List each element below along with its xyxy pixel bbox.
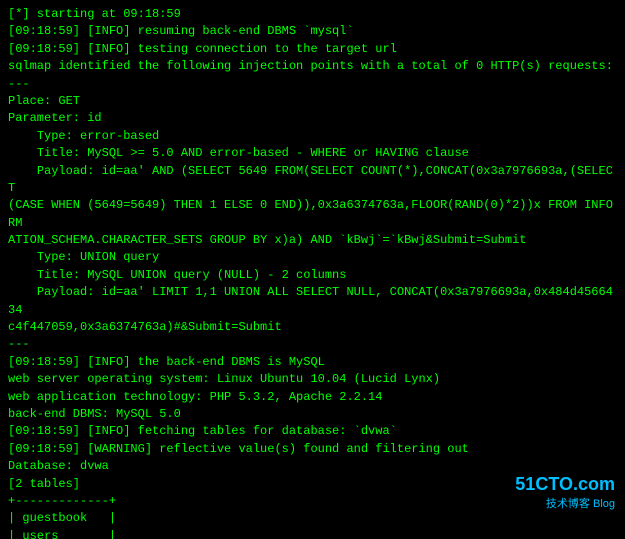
terminal-line: Type: error-based [8,128,617,145]
watermark: 51CTO.com 技术博客 Blog [515,474,615,511]
terminal-line: Title: MySQL UNION query (NULL) - 2 colu… [8,267,617,284]
terminal-line: [09:18:59] [WARNING] reflective value(s)… [8,441,617,458]
terminal-line: Type: UNION query [8,249,617,266]
terminal-line: Database: dvwa [8,458,617,475]
terminal-line: [09:18:59] [INFO] testing connection to … [8,41,617,58]
terminal-line: [09:18:59] [INFO] resuming back-end DBMS… [8,23,617,40]
terminal-line: (CASE WHEN (5649=5649) THEN 1 ELSE 0 END… [8,197,617,232]
terminal-line: Payload: id=aa' AND (SELECT 5649 FROM(SE… [8,163,617,198]
terminal-line: [09:18:59] [INFO] the back-end DBMS is M… [8,354,617,371]
terminal-line: [*] starting at 09:18:59 [8,6,617,23]
terminal-line: | users | [8,528,617,539]
watermark-subtitle: 技术博客 Blog [546,495,615,511]
terminal-line: --- [8,336,617,353]
terminal-output: [*] starting at 09:18:59[09:18:59] [INFO… [8,6,617,539]
terminal-window: [*] starting at 09:18:59[09:18:59] [INFO… [0,0,625,539]
terminal-line: c4f447059,0x3a6374763a)#&Submit=Submit [8,319,617,336]
terminal-line: back-end DBMS: MySQL 5.0 [8,406,617,423]
terminal-line: Place: GET [8,93,617,110]
terminal-line: Payload: id=aa' LIMIT 1,1 UNION ALL SELE… [8,284,617,319]
terminal-line: [09:18:59] [INFO] fetching tables for da… [8,423,617,440]
terminal-line: ATION_SCHEMA.CHARACTER_SETS GROUP BY x)a… [8,232,617,249]
terminal-line: Title: MySQL >= 5.0 AND error-based - WH… [8,145,617,162]
terminal-line: web application technology: PHP 5.3.2, A… [8,389,617,406]
watermark-site: 51CTO.com [515,474,615,495]
terminal-line: Parameter: id [8,110,617,127]
terminal-line: sqlmap identified the following injectio… [8,58,617,75]
terminal-line: --- [8,76,617,93]
terminal-line: | guestbook | [8,510,617,527]
terminal-line: web server operating system: Linux Ubunt… [8,371,617,388]
